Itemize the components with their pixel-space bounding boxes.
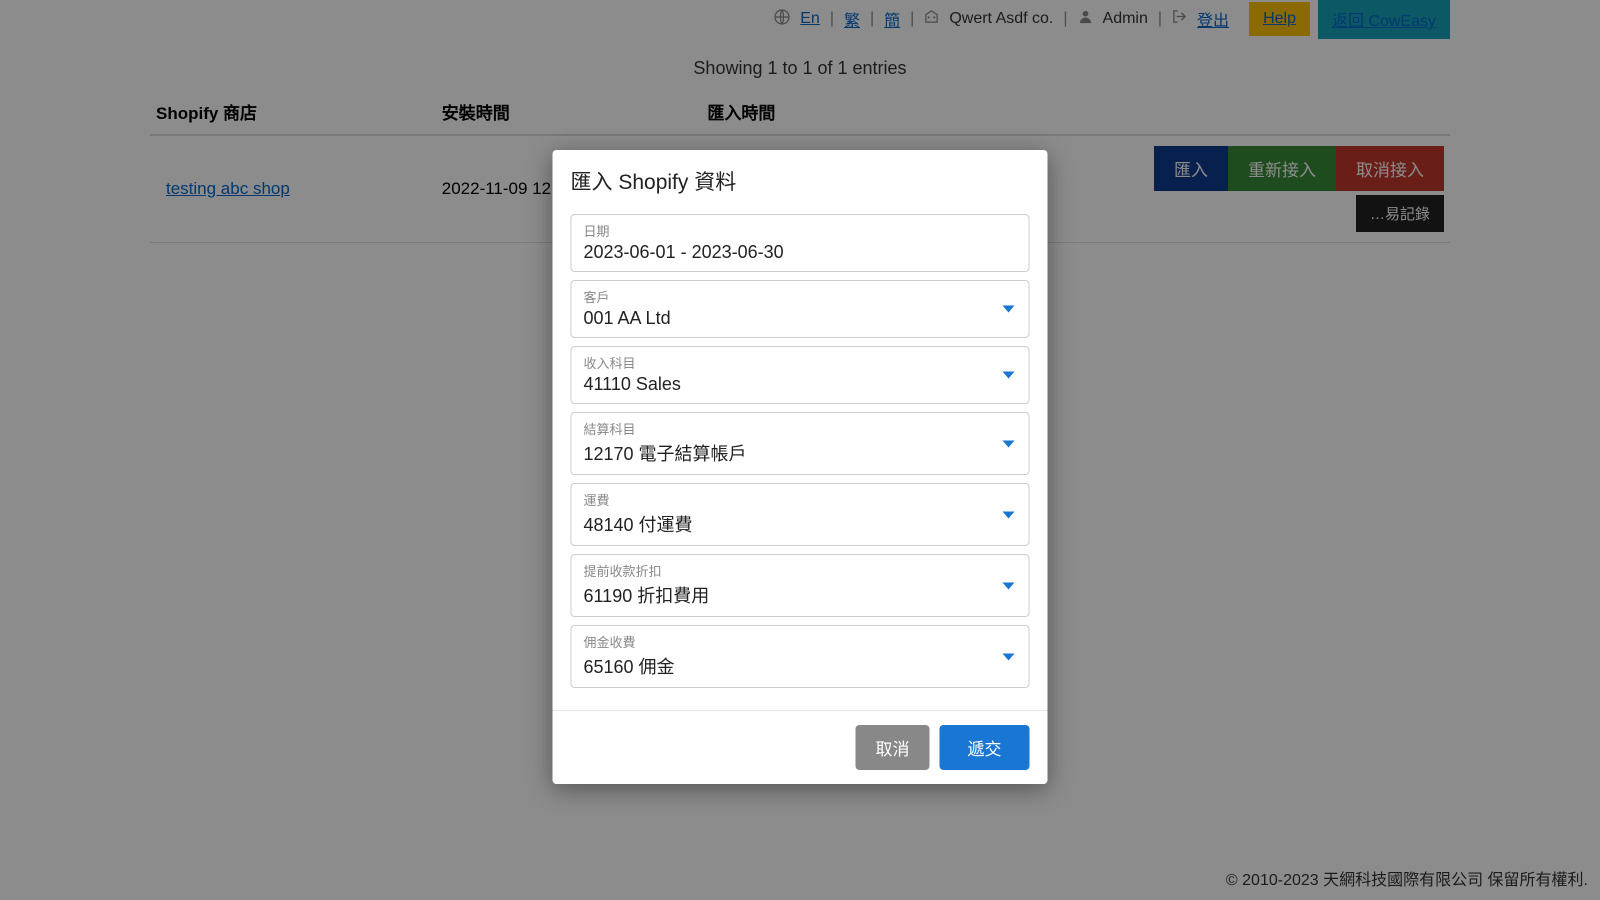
settlement-field[interactable]: 結算科目 12170 電子結算帳戶 (571, 412, 1030, 475)
discount-label: 提前收款折扣 (584, 561, 1017, 580)
chevron-down-icon (1003, 440, 1015, 447)
discount-field[interactable]: 提前收款折扣 61190 折扣費用 (571, 554, 1030, 617)
discount-value: 61190 折扣費用 (584, 582, 1017, 608)
chevron-down-icon (1003, 372, 1015, 379)
freight-value: 48140 付運費 (584, 511, 1017, 537)
chevron-down-icon (1003, 582, 1015, 589)
commission-value: 65160 佣金 (584, 653, 1017, 679)
chevron-down-icon (1003, 653, 1015, 660)
import-modal: 匯入 Shopify 資料 日期 2023-06-01 - 2023-06-30… (553, 150, 1048, 784)
date-value: 2023-06-01 - 2023-06-30 (584, 242, 1017, 263)
date-label: 日期 (584, 221, 1017, 240)
settlement-value: 12170 電子結算帳戶 (584, 440, 1017, 466)
freight-label: 運費 (584, 490, 1017, 509)
income-label: 收入科目 (584, 353, 1017, 372)
freight-field[interactable]: 運費 48140 付運費 (571, 483, 1030, 546)
modal-title: 匯入 Shopify 資料 (553, 150, 1048, 210)
customer-label: 客戶 (584, 287, 1017, 306)
date-field[interactable]: 日期 2023-06-01 - 2023-06-30 (571, 214, 1030, 272)
chevron-down-icon (1003, 511, 1015, 518)
income-field[interactable]: 收入科目 41110 Sales (571, 346, 1030, 404)
submit-button[interactable]: 遞交 (940, 725, 1030, 770)
chevron-down-icon (1003, 306, 1015, 313)
cancel-button[interactable]: 取消 (856, 725, 930, 770)
commission-field[interactable]: 佣金收費 65160 佣金 (571, 625, 1030, 688)
modal-footer: 取消 遞交 (553, 710, 1048, 784)
commission-label: 佣金收費 (584, 632, 1017, 651)
modal-body: 日期 2023-06-01 - 2023-06-30 客戶 001 AA Ltd… (553, 210, 1048, 710)
customer-value: 001 AA Ltd (584, 308, 1017, 329)
settlement-label: 結算科目 (584, 419, 1017, 438)
customer-field[interactable]: 客戶 001 AA Ltd (571, 280, 1030, 338)
income-value: 41110 Sales (584, 374, 1017, 395)
